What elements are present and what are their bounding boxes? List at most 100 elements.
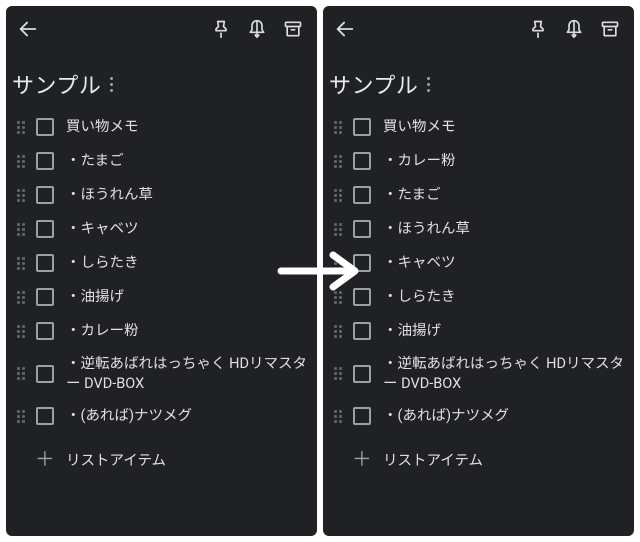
drag-handle-icon[interactable] [329, 365, 347, 383]
list-item-text[interactable]: ・キャベツ [383, 249, 456, 277]
checkbox-empty-icon[interactable] [36, 254, 54, 272]
list-item-text[interactable]: 買い物メモ [383, 113, 456, 141]
list-item: ・しらたき [6, 246, 313, 280]
list-item-text[interactable]: ・たまご [383, 181, 441, 209]
more-vert-icon[interactable] [418, 70, 438, 98]
drag-handle-icon[interactable] [329, 407, 347, 425]
list-item: 買い物メモ [323, 110, 630, 144]
list-item-text[interactable]: ・たまご [66, 147, 124, 175]
checklist: 買い物メモ ・たまご ・ほうれん草 ・キャベツ [6, 110, 317, 536]
list-item: ・たまご [6, 144, 313, 178]
list-item: ・油揚げ [323, 314, 630, 348]
add-item-label: リストアイテム [383, 449, 483, 470]
panel-before: サンプル 買い物メモ ・たまご ・ほうれん草 [6, 6, 317, 536]
drag-handle-icon[interactable] [12, 288, 30, 306]
more-vert-icon[interactable] [101, 70, 121, 98]
drag-handle-icon[interactable] [12, 254, 30, 272]
list-item: 買い物メモ [6, 110, 313, 144]
checklist: 買い物メモ ・カレー粉 ・たまご ・ほうれん草 [323, 110, 634, 536]
checkbox-empty-icon[interactable] [353, 365, 371, 383]
drag-handle-icon[interactable] [329, 152, 347, 170]
list-item-text[interactable]: ・油揚げ [66, 283, 124, 311]
drag-handle-icon[interactable] [12, 152, 30, 170]
drag-handle-icon[interactable] [329, 220, 347, 238]
list-item-text[interactable]: ・ほうれん草 [383, 215, 470, 243]
list-item-text[interactable]: ・油揚げ [383, 317, 441, 345]
archive-icon[interactable] [275, 11, 311, 47]
drag-handle-icon[interactable] [12, 220, 30, 238]
checkbox-empty-icon[interactable] [353, 186, 371, 204]
plus-icon[interactable]: ＋ [353, 450, 371, 468]
list-item: ・キャベツ [6, 212, 313, 246]
title-row: サンプル [6, 52, 317, 110]
checkbox-empty-icon[interactable] [353, 254, 371, 272]
list-item: ・逆転あばれはっちゃく HDリマスター DVD-BOX [6, 348, 313, 399]
checkbox-empty-icon[interactable] [36, 152, 54, 170]
drag-handle-icon[interactable] [329, 186, 347, 204]
list-item-text[interactable]: ・しらたき [66, 249, 139, 277]
add-item-row[interactable]: ＋ リストアイテム [6, 439, 313, 479]
drag-handle-icon[interactable] [12, 118, 30, 136]
title-row: サンプル [323, 52, 634, 110]
note-title[interactable]: サンプル [12, 68, 101, 100]
list-item-text[interactable]: ・ほうれん草 [66, 181, 153, 209]
list-item-text[interactable]: ・逆転あばれはっちゃく HDリマスター DVD-BOX [66, 350, 309, 397]
pin-icon[interactable] [520, 11, 556, 47]
comparison-stage: サンプル 買い物メモ ・たまご ・ほうれん草 [0, 0, 640, 542]
list-item: ・カレー粉 [6, 314, 313, 348]
checkbox-empty-icon[interactable] [36, 118, 54, 136]
note-title[interactable]: サンプル [329, 68, 418, 100]
drag-handle-icon[interactable] [329, 254, 347, 272]
pin-icon[interactable] [203, 11, 239, 47]
checkbox-empty-icon[interactable] [353, 407, 371, 425]
add-item-label: リストアイテム [66, 449, 166, 470]
drag-handle-icon[interactable] [12, 365, 30, 383]
drag-handle-icon[interactable] [329, 288, 347, 306]
list-item-text[interactable]: ・しらたき [383, 283, 456, 311]
panels-container: サンプル 買い物メモ ・たまご ・ほうれん草 [6, 6, 634, 536]
back-arrow-icon[interactable] [10, 11, 46, 47]
drag-handle-icon[interactable] [329, 118, 347, 136]
list-item: ・(あれば)ナツメグ [323, 399, 630, 433]
drag-handle-icon[interactable] [329, 322, 347, 340]
list-item: ・油揚げ [6, 280, 313, 314]
add-item-row[interactable]: ＋ リストアイテム [323, 439, 630, 479]
list-item: ・ほうれん草 [323, 212, 630, 246]
plus-icon[interactable]: ＋ [36, 450, 54, 468]
list-item-text[interactable]: ・カレー粉 [383, 147, 456, 175]
checkbox-empty-icon[interactable] [36, 288, 54, 306]
topbar [323, 6, 634, 52]
checkbox-empty-icon[interactable] [36, 186, 54, 204]
checkbox-empty-icon[interactable] [353, 152, 371, 170]
checkbox-empty-icon[interactable] [353, 220, 371, 238]
checkbox-empty-icon[interactable] [36, 322, 54, 340]
checkbox-empty-icon[interactable] [353, 322, 371, 340]
list-item: ・しらたき [323, 280, 630, 314]
list-item-text[interactable]: ・(あれば)ナツメグ [66, 402, 192, 430]
checkbox-empty-icon[interactable] [36, 365, 54, 383]
list-item-text[interactable]: ・キャベツ [66, 215, 139, 243]
checkbox-empty-icon[interactable] [36, 220, 54, 238]
drag-handle-icon[interactable] [12, 407, 30, 425]
list-item: ・キャベツ [323, 246, 630, 280]
list-item-text[interactable]: 買い物メモ [66, 113, 139, 141]
checkbox-empty-icon[interactable] [353, 118, 371, 136]
list-item: ・ほうれん草 [6, 178, 313, 212]
panel-after: サンプル 買い物メモ ・カレー粉 ・たまご [323, 6, 634, 536]
archive-icon[interactable] [592, 11, 628, 47]
drag-handle-icon[interactable] [12, 322, 30, 340]
list-item: ・カレー粉 [323, 144, 630, 178]
list-item: ・逆転あばれはっちゃく HDリマスター DVD-BOX [323, 348, 630, 399]
list-item-text[interactable]: ・カレー粉 [66, 317, 139, 345]
checkbox-empty-icon[interactable] [353, 288, 371, 306]
back-arrow-icon[interactable] [327, 11, 363, 47]
drag-handle-icon[interactable] [12, 186, 30, 204]
bell-icon[interactable] [556, 11, 592, 47]
bell-icon[interactable] [239, 11, 275, 47]
list-item-text[interactable]: ・(あれば)ナツメグ [383, 402, 509, 430]
checkbox-empty-icon[interactable] [36, 407, 54, 425]
list-item: ・たまご [323, 178, 630, 212]
topbar [6, 6, 317, 52]
list-item: ・(あれば)ナツメグ [6, 399, 313, 433]
list-item-text[interactable]: ・逆転あばれはっちゃく HDリマスター DVD-BOX [383, 350, 626, 397]
